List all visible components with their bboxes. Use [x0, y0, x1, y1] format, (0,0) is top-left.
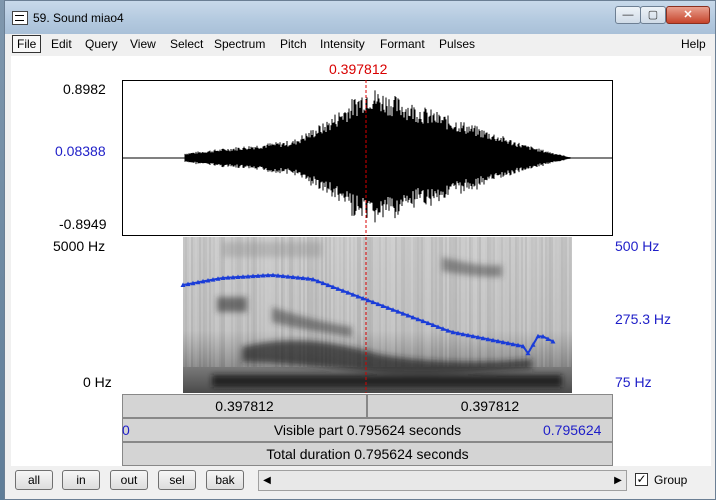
title-bar[interactable]: 59. Sound miao4 — ▢ ✕ [5, 1, 715, 34]
menu-help[interactable]: Help [681, 37, 706, 51]
scroll-right-arrow-icon[interactable]: ▶ [610, 471, 626, 490]
selection-right-time: 0.397812 [460, 398, 520, 414]
wave-max-label: 0.8982 [63, 81, 106, 97]
group-checkbox[interactable]: ✓ [635, 473, 648, 486]
cursor-overlay [365, 80, 367, 236]
zoom-in-button[interactable]: in [62, 470, 100, 490]
menu-formant[interactable]: Formant [380, 37, 425, 51]
pitch-bottom-label: 75 Hz [615, 374, 652, 390]
menu-pulses[interactable]: Pulses [439, 37, 475, 51]
visible-start-label: 0 [122, 422, 130, 438]
wave-min-label: -0.8949 [59, 216, 107, 232]
total-duration-text: Total duration 0.795624 seconds [266, 446, 469, 462]
visible-end-label: 0.795624 [543, 422, 602, 438]
close-button[interactable]: ✕ [666, 6, 710, 24]
menu-select[interactable]: Select [170, 37, 203, 51]
window-title: 59. Sound miao4 [33, 11, 124, 25]
minimize-button[interactable]: — [615, 6, 641, 24]
praat-sound-icon [12, 11, 28, 25]
maximize-button[interactable]: ▢ [640, 6, 666, 24]
cursor-time-label: 0.397812 [329, 61, 388, 77]
pitch-mid-label: 275.3 Hz [615, 311, 672, 327]
zoom-all-button[interactable]: all [15, 470, 53, 490]
menu-bar: File Edit Query View Select Spectrum Pit… [11, 34, 711, 54]
selection-left-time: 0.397812 [215, 398, 274, 414]
menu-edit[interactable]: Edit [51, 37, 72, 51]
visible-part-bar[interactable]: Visible part 0.795624 seconds [122, 418, 613, 442]
zoom-selection-button[interactable]: sel [158, 470, 196, 490]
pitch-top-label: 500 Hz [615, 238, 660, 254]
selection-left-bar[interactable]: 0.397812 [122, 394, 367, 418]
menu-intensity[interactable]: Intensity [320, 37, 365, 51]
selection-right-bar[interactable]: 0.397812 [367, 394, 613, 418]
menu-view[interactable]: View [130, 37, 156, 51]
total-duration-bar[interactable]: Total duration 0.795624 seconds [122, 442, 613, 466]
wave-mid-label: 0.08388 [55, 143, 106, 159]
zoom-out-button[interactable]: out [110, 470, 148, 490]
group-checkbox-label: Group [654, 473, 688, 487]
menu-pitch[interactable]: Pitch [280, 37, 307, 51]
menu-spectrum[interactable]: Spectrum [214, 37, 265, 51]
visible-part-text: Visible part 0.795624 seconds [273, 422, 462, 438]
sound-editor-window: 59. Sound miao4 — ▢ ✕ File Edit Query Vi… [4, 0, 716, 500]
menu-file[interactable]: File [12, 35, 42, 53]
zoom-back-button[interactable]: bak [206, 470, 244, 490]
spectrogram-top-label: 5000 Hz [53, 238, 106, 254]
bottom-toolbar: all in out sel bak ◀ ▶ ✓ Group [11, 466, 711, 496]
scroll-left-arrow-icon[interactable]: ◀ [259, 471, 275, 490]
spectrogram-bottom-label: 0 Hz [83, 374, 112, 390]
time-scrollbar[interactable]: ◀ ▶ [258, 470, 627, 491]
menu-query[interactable]: Query [85, 37, 118, 51]
editor-canvas[interactable]: 0.397812 0.8982 0.08388 -0.8949 5000 Hz … [11, 56, 711, 466]
